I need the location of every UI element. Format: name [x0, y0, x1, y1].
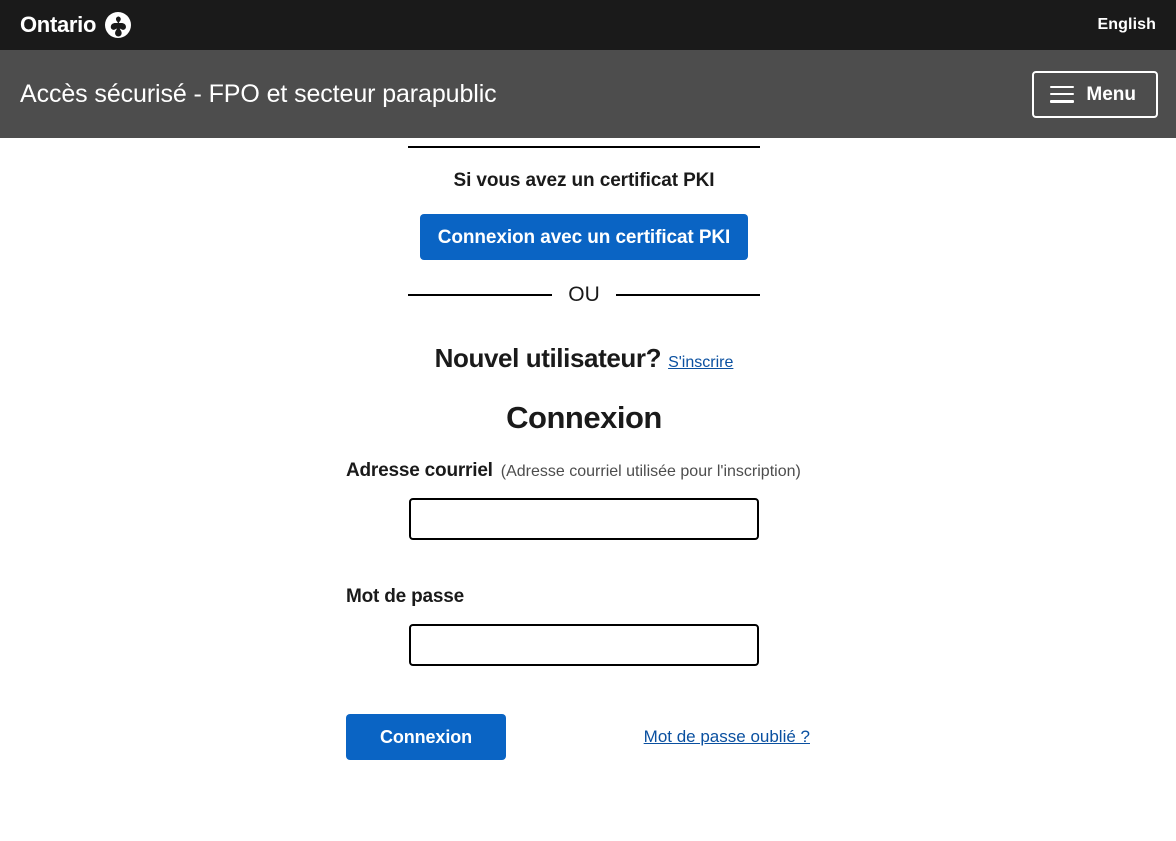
new-user-label: Nouvel utilisateur? — [435, 343, 661, 374]
form-actions-row: Connexion Mot de passe oublié ? — [344, 714, 824, 760]
or-divider: OU — [408, 284, 760, 305]
signin-submit-button[interactable]: Connexion — [346, 714, 506, 760]
password-label-row: Mot de passe — [344, 586, 824, 608]
hamburger-icon — [1050, 86, 1074, 103]
forgot-password-link[interactable]: Mot de passe oublié ? — [644, 727, 810, 747]
page-title: Accès sécurisé - FPO et secteur parapubl… — [20, 80, 497, 109]
ontario-top-bar: Ontario English — [0, 0, 1176, 50]
pki-login-button[interactable]: Connexion avec un certificat PKI — [420, 214, 748, 260]
email-input[interactable] — [409, 498, 759, 540]
menu-button[interactable]: Menu — [1032, 71, 1158, 118]
ontario-wordmark: Ontario — [20, 14, 96, 36]
menu-button-label: Menu — [1086, 85, 1136, 104]
language-toggle-link[interactable]: English — [1096, 12, 1158, 38]
register-link[interactable]: S'inscrire — [668, 354, 733, 372]
footer-spacer — [0, 760, 1176, 840]
email-field-hint: (Adresse courriel utilisée pour l'inscri… — [501, 463, 801, 481]
password-input[interactable] — [409, 624, 759, 666]
ontario-brand-link[interactable]: Ontario — [20, 12, 131, 38]
pki-section-heading: Si vous avez un certificat PKI — [344, 170, 824, 192]
top-divider-rule — [408, 146, 760, 148]
password-field-label: Mot de passe — [346, 586, 464, 608]
password-field-block: Mot de passe — [344, 586, 824, 666]
application-header: Accès sécurisé - FPO et secteur parapubl… — [0, 50, 1176, 138]
email-field-label: Adresse courriel — [346, 460, 493, 482]
email-label-row: Adresse courriel (Adresse courriel utili… — [344, 460, 824, 482]
login-form-column: Si vous avez un certificat PKI Connexion… — [344, 146, 824, 760]
main-content: Si vous avez un certificat PKI Connexion… — [0, 146, 1176, 840]
email-field-block: Adresse courriel (Adresse courriel utili… — [344, 460, 824, 540]
or-divider-line-right — [616, 294, 760, 296]
or-divider-label: OU — [568, 284, 600, 305]
signin-heading: Connexion — [344, 400, 824, 436]
new-user-row: Nouvel utilisateur? S'inscrire — [344, 343, 824, 374]
ontario-trillium-icon — [105, 12, 131, 38]
or-divider-line-left — [408, 294, 552, 296]
